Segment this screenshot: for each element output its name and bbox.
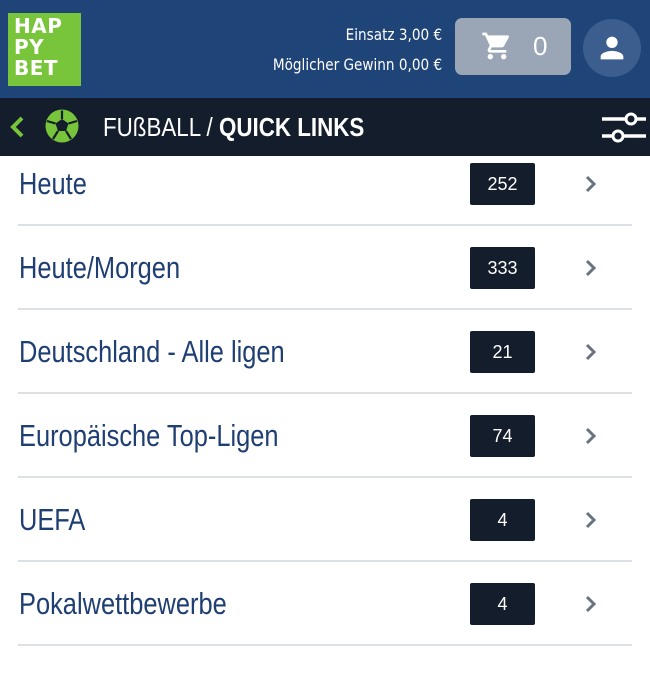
logo-line-1: HAP: [14, 14, 63, 38]
item-count-badge: 252: [470, 163, 535, 205]
item-label: Europäische Top-Ligen: [19, 418, 279, 453]
item-count-badge: 74: [470, 415, 535, 457]
chevron-right-icon: [585, 343, 597, 361]
list-item[interactable]: Pokalwettbewerbe 4: [0, 562, 650, 646]
list-item[interactable]: UEFA 4: [0, 478, 650, 562]
soccer-ball-icon: [45, 109, 79, 143]
back-chevron-icon[interactable]: [8, 114, 26, 140]
section-label: QUICK LINKS: [218, 112, 365, 142]
top-bar: HAP PY BET Einsatz 3,00 € Möglicher Gewi…: [0, 0, 650, 98]
chevron-right-icon: [585, 595, 597, 613]
cart-icon: [482, 32, 510, 60]
chevron-right-icon: [585, 259, 597, 277]
stake-text: Einsatz 3,00 €: [345, 25, 442, 44]
item-count-badge: 4: [470, 583, 535, 625]
potential-win-text: Möglicher Gewinn 0,00 €: [272, 55, 442, 74]
profile-button[interactable]: [583, 19, 641, 77]
list-item[interactable]: Europäische Top-Ligen 74: [0, 394, 650, 478]
item-count-badge: 333: [470, 247, 535, 289]
divider: [18, 644, 632, 646]
logo-line-3: BET: [14, 56, 59, 80]
cart-count: 0: [533, 31, 548, 61]
chevron-right-icon: [585, 511, 597, 529]
logo-line-2: PY: [14, 35, 45, 59]
list-item[interactable]: Heute 252: [0, 142, 650, 226]
item-count-badge: 21: [470, 331, 535, 373]
list-item[interactable]: Heute/Morgen 333: [0, 226, 650, 310]
list-item[interactable]: Deutschland - Alle ligen 21: [0, 310, 650, 394]
quick-links-list: Heute 252 Heute/Morgen 333 Deutschland -…: [0, 163, 650, 646]
chevron-right-icon: [585, 427, 597, 445]
item-label: Pokalwettbewerbe: [19, 586, 227, 621]
user-icon: [600, 36, 624, 60]
chevron-right-icon: [585, 175, 597, 193]
betslip-button[interactable]: 0: [455, 18, 571, 75]
happybet-logo[interactable]: HAP PY BET: [8, 13, 81, 86]
filter-sliders-icon[interactable]: [600, 112, 648, 144]
item-label: UEFA: [19, 502, 86, 537]
item-label: Deutschland - Alle ligen: [19, 334, 285, 369]
sport-label: FUßBALL /: [103, 112, 213, 142]
item-label: Heute/Morgen: [19, 250, 181, 285]
item-label: Heute: [19, 166, 87, 201]
item-count-badge: 4: [470, 499, 535, 541]
betslip-summary: Einsatz 3,00 € Möglicher Gewinn 0,00 €: [273, 20, 442, 80]
